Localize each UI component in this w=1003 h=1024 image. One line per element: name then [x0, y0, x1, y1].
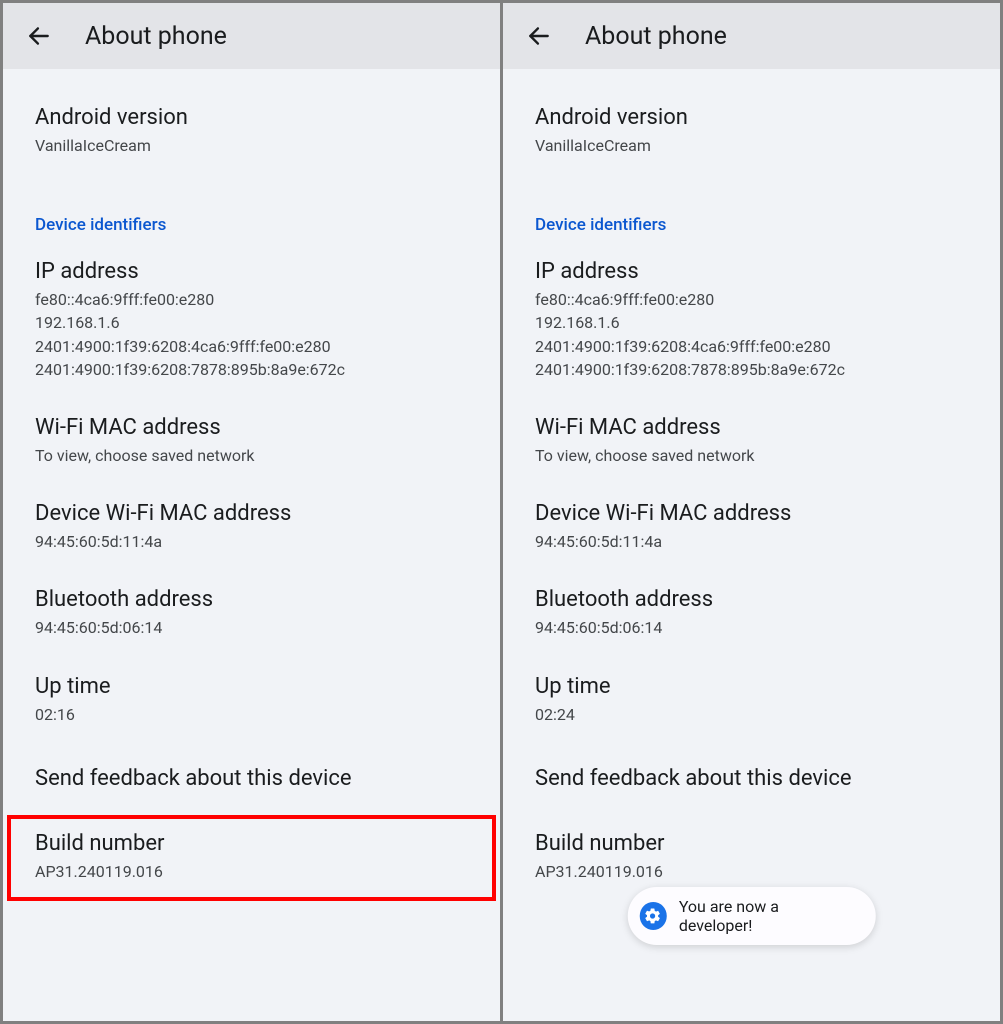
ip-address-item[interactable]: IP address fe80::4ca6:9fff:fe00:e280 192… — [35, 241, 468, 397]
uptime-item[interactable]: Up time 02:24 — [535, 656, 968, 742]
app-header: About phone — [3, 3, 500, 69]
android-version-label: Android version — [535, 105, 968, 130]
device-wifi-mac-value: 94:45:60:5d:11:4a — [535, 530, 968, 553]
send-feedback-item[interactable]: Send feedback about this device — [35, 742, 468, 815]
wifi-mac-item[interactable]: Wi-Fi MAC address To view, choose saved … — [35, 397, 468, 483]
device-wifi-mac-value: 94:45:60:5d:11:4a — [35, 530, 468, 553]
gear-icon — [639, 902, 667, 930]
uptime-value: 02:16 — [35, 703, 468, 726]
content-area: Android version VanillaIceCream Device i… — [3, 69, 500, 1021]
ip-address-value: fe80::4ca6:9fff:fe00:e280 192.168.1.6 24… — [35, 288, 468, 381]
device-wifi-mac-item[interactable]: Device Wi-Fi MAC address 94:45:60:5d:11:… — [35, 483, 468, 569]
bluetooth-item[interactable]: Bluetooth address 94:45:60:5d:06:14 — [35, 569, 468, 655]
android-version-value: VanillaIceCream — [35, 134, 468, 157]
ip-address-label: IP address — [535, 259, 968, 284]
left-panel: About phone Android version VanillaIceCr… — [3, 3, 500, 1021]
content-area: Android version VanillaIceCream Device i… — [503, 69, 1000, 1021]
android-version-value: VanillaIceCream — [535, 134, 968, 157]
ip-address-value: fe80::4ca6:9fff:fe00:e280 192.168.1.6 24… — [535, 288, 968, 381]
device-identifiers-header: Device identifiers — [35, 173, 468, 241]
send-feedback-label: Send feedback about this device — [535, 766, 968, 791]
wifi-mac-label: Wi-Fi MAC address — [535, 415, 968, 440]
arrow-back-icon — [26, 23, 52, 49]
bluetooth-label: Bluetooth address — [35, 587, 468, 612]
build-number-item[interactable]: Build number AP31.240119.016 — [35, 831, 468, 883]
wifi-mac-label: Wi-Fi MAC address — [35, 415, 468, 440]
page-title: About phone — [85, 22, 227, 51]
android-version-label: Android version — [35, 105, 468, 130]
device-wifi-mac-item[interactable]: Device Wi-Fi MAC address 94:45:60:5d:11:… — [535, 483, 968, 569]
build-number-label: Build number — [35, 831, 468, 856]
right-panel: About phone Android version VanillaIceCr… — [503, 3, 1000, 1021]
app-header: About phone — [503, 3, 1000, 69]
back-button[interactable] — [17, 14, 61, 58]
uptime-label: Up time — [535, 674, 968, 699]
build-number-highlight: Build number AP31.240119.016 — [7, 815, 496, 901]
developer-toast: You are now a developer! — [627, 887, 876, 945]
ip-address-label: IP address — [35, 259, 468, 284]
send-feedback-label: Send feedback about this device — [35, 766, 468, 791]
device-wifi-mac-label: Device Wi-Fi MAC address — [35, 501, 468, 526]
page-title: About phone — [585, 22, 727, 51]
wifi-mac-item[interactable]: Wi-Fi MAC address To view, choose saved … — [535, 397, 968, 483]
bluetooth-value: 94:45:60:5d:06:14 — [535, 616, 968, 639]
android-version-item[interactable]: Android version VanillaIceCream — [535, 69, 968, 173]
ip-address-item[interactable]: IP address fe80::4ca6:9fff:fe00:e280 192… — [535, 241, 968, 397]
arrow-back-icon — [526, 23, 552, 49]
send-feedback-item[interactable]: Send feedback about this device — [535, 742, 968, 815]
uptime-label: Up time — [35, 674, 468, 699]
build-number-value: AP31.240119.016 — [35, 860, 468, 883]
build-number-value: AP31.240119.016 — [535, 860, 968, 883]
back-button[interactable] — [517, 14, 561, 58]
device-wifi-mac-label: Device Wi-Fi MAC address — [535, 501, 968, 526]
device-identifiers-header: Device identifiers — [535, 173, 968, 241]
wifi-mac-value: To view, choose saved network — [35, 444, 468, 467]
wifi-mac-value: To view, choose saved network — [535, 444, 968, 467]
bluetooth-label: Bluetooth address — [535, 587, 968, 612]
uptime-value: 02:24 — [535, 703, 968, 726]
build-number-label: Build number — [535, 831, 968, 856]
bluetooth-item[interactable]: Bluetooth address 94:45:60:5d:06:14 — [535, 569, 968, 655]
android-version-item[interactable]: Android version VanillaIceCream — [35, 69, 468, 173]
bluetooth-value: 94:45:60:5d:06:14 — [35, 616, 468, 639]
uptime-item[interactable]: Up time 02:16 — [35, 656, 468, 742]
toast-text: You are now a developer! — [679, 897, 854, 935]
